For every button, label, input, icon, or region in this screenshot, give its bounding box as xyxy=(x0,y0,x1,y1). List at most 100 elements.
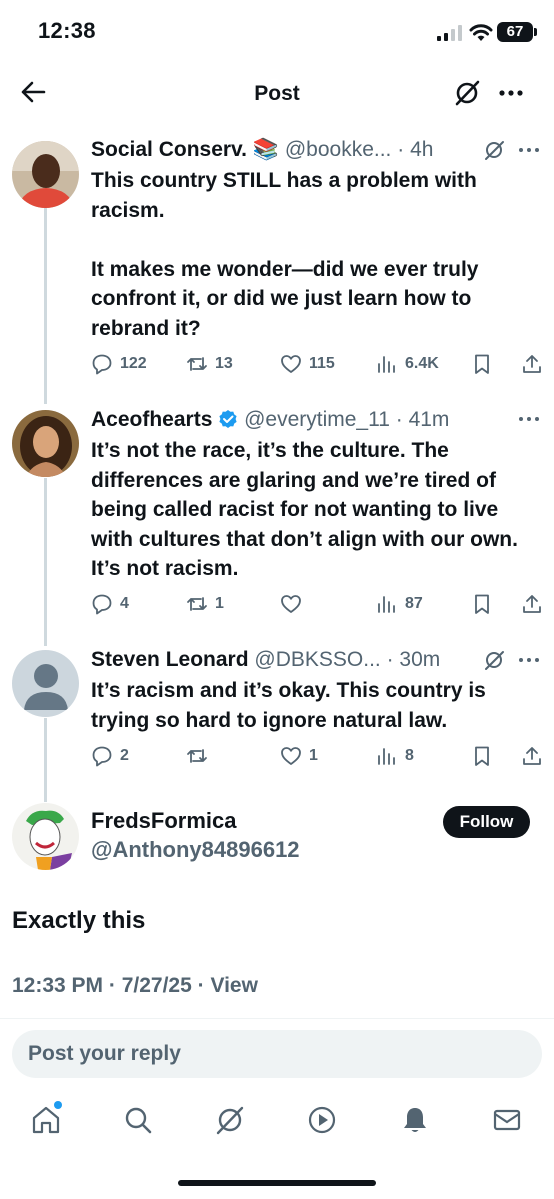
verified-badge-icon xyxy=(219,410,237,428)
post-time: 41m xyxy=(408,408,450,431)
grok-icon[interactable] xyxy=(214,1104,246,1136)
bookmark-button[interactable] xyxy=(471,349,493,379)
reply-bubble-icon xyxy=(92,594,112,615)
author-handle[interactable]: @everytime_11 xyxy=(244,408,390,431)
retweet-count: 1 xyxy=(215,595,224,612)
tweet-header: Steven Leonard @DBKSSO... · 30m xyxy=(91,648,441,671)
post-time: 12:33 PM xyxy=(12,974,104,997)
author-name[interactable]: FredsFormica xyxy=(91,808,237,834)
more-horizontal-icon[interactable] xyxy=(517,408,541,430)
retweet-button[interactable]: 1 xyxy=(186,589,224,619)
author-handle[interactable]: @DBKSSO... xyxy=(254,648,380,671)
bookmark-icon xyxy=(475,594,489,614)
retweet-button[interactable]: 13 xyxy=(186,349,233,379)
tweet-text: It’s not the race, it’s the culture. The… xyxy=(91,439,518,580)
heart-icon xyxy=(281,355,301,373)
avatar[interactable] xyxy=(12,141,79,208)
views-button[interactable]: 6.4K xyxy=(376,349,439,379)
avatar-default[interactable] xyxy=(12,650,79,717)
mail-icon[interactable] xyxy=(491,1104,523,1136)
author-handle[interactable]: @Anthony84896612 xyxy=(91,837,300,863)
grok-icon[interactable] xyxy=(483,649,505,671)
grok-icon[interactable] xyxy=(483,139,505,161)
play-icon[interactable] xyxy=(306,1104,338,1136)
view-count: 8 xyxy=(405,747,414,764)
views-bar-icon xyxy=(378,748,395,765)
post-time: 4h xyxy=(410,138,434,161)
thread-line xyxy=(44,208,47,404)
view-link[interactable]: View xyxy=(210,974,257,997)
follow-button[interactable]: Follow xyxy=(443,806,530,838)
bookmark-icon xyxy=(475,746,489,766)
bell-icon[interactable] xyxy=(399,1104,431,1136)
author-handle[interactable]: @bookke... xyxy=(285,138,392,161)
retweet-button[interactable] xyxy=(186,741,215,771)
post-text: Exactly this xyxy=(12,907,146,934)
like-button[interactable] xyxy=(280,589,309,619)
views-bar-icon xyxy=(378,356,395,373)
share-button[interactable] xyxy=(521,589,543,619)
bookmark-button[interactable] xyxy=(471,741,493,771)
more-horizontal-icon[interactable] xyxy=(517,139,541,161)
share-icon xyxy=(523,595,541,613)
tweet-actions: 2 1 8 xyxy=(91,741,546,771)
author-name[interactable]: Social Conserv. 📚 xyxy=(91,138,279,161)
cellular-signal-icon xyxy=(437,25,462,41)
bottom-tab-bar xyxy=(0,1090,554,1150)
reply-placeholder: Post your reply xyxy=(28,1042,181,1065)
reply-input[interactable]: Post your reply xyxy=(12,1030,542,1078)
thread-line xyxy=(44,478,47,646)
views-button[interactable]: 87 xyxy=(376,589,423,619)
battery-indicator: 67 xyxy=(497,22,537,42)
avatar[interactable] xyxy=(12,410,79,477)
reply-count: 2 xyxy=(120,747,129,764)
share-icon xyxy=(523,747,541,765)
post-timestamp: 12:33 PM · 7/27/25 · View xyxy=(12,974,258,997)
notification-dot xyxy=(54,1101,62,1109)
tweet-text: This country STILL has a problem with ra… xyxy=(91,169,479,340)
retweet-icon xyxy=(187,749,207,763)
reply-button[interactable]: 4 xyxy=(91,589,129,619)
reply-bubble-icon xyxy=(92,354,112,375)
status-bar: 12:38 67 xyxy=(0,0,554,62)
grok-icon[interactable] xyxy=(453,79,481,107)
heart-icon xyxy=(281,595,301,613)
like-count: 115 xyxy=(309,355,335,372)
tweet-text: It’s racism and it’s okay. This country … xyxy=(91,679,486,732)
more-horizontal-icon[interactable] xyxy=(497,79,525,107)
reply-count: 122 xyxy=(120,355,147,372)
search-icon[interactable] xyxy=(122,1104,154,1136)
retweet-count: 13 xyxy=(215,355,233,372)
reply-bubble-icon xyxy=(92,746,112,767)
view-count: 6.4K xyxy=(405,355,439,372)
reply-button[interactable]: 2 xyxy=(91,741,129,771)
post-time: 30m xyxy=(399,648,441,671)
share-icon xyxy=(523,355,541,373)
more-horizontal-icon[interactable] xyxy=(517,649,541,671)
author-name[interactable]: Steven Leonard xyxy=(91,648,249,671)
home-indicator xyxy=(178,1180,376,1186)
tweet-actions: 122 13 115 6.4K xyxy=(91,349,546,379)
reply-button[interactable]: 122 xyxy=(91,349,147,379)
like-button[interactable]: 115 xyxy=(280,349,335,379)
avatar[interactable] xyxy=(12,803,79,870)
post-date: 7/27/25 xyxy=(121,974,192,997)
retweet-icon xyxy=(187,597,207,611)
view-count: 87 xyxy=(405,595,423,612)
views-button[interactable]: 8 xyxy=(376,741,414,771)
share-button[interactable] xyxy=(521,349,543,379)
divider xyxy=(0,1018,554,1019)
like-button[interactable]: 1 xyxy=(280,741,318,771)
bookmark-button[interactable] xyxy=(471,589,493,619)
retweet-icon xyxy=(187,357,207,371)
thread-line xyxy=(44,718,47,802)
nav-header: Post xyxy=(0,62,554,124)
reply-count: 4 xyxy=(120,595,129,612)
wifi-icon xyxy=(469,24,493,41)
status-time: 12:38 xyxy=(38,18,96,43)
author-name[interactable]: Aceofhearts xyxy=(91,408,212,431)
tweet-header: Aceofhearts @everytime_11 · 41m xyxy=(91,408,450,431)
share-button[interactable] xyxy=(521,741,543,771)
tweet-actions: 4 1 87 xyxy=(91,589,546,619)
tweet-header: Social Conserv. 📚 @bookke... · 4h xyxy=(91,138,434,161)
